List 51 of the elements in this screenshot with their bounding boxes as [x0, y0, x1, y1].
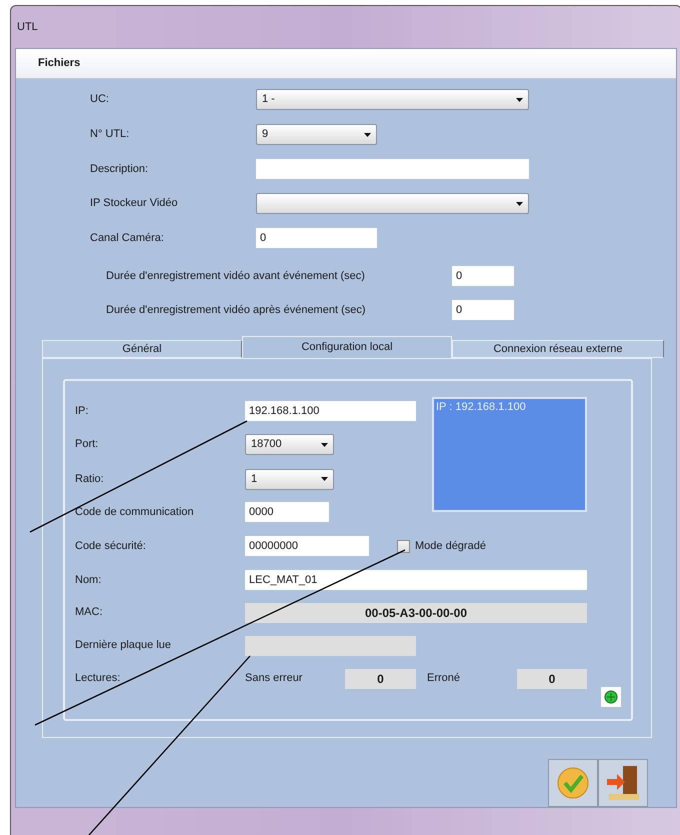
- window-title: UTL: [17, 20, 38, 35]
- field-label: Nom:: [75, 572, 102, 588]
- ok-button[interactable]: [548, 759, 598, 807]
- caret-icon: [321, 442, 328, 446]
- input-field[interactable]: [256, 159, 529, 179]
- checkbox-label[interactable]: Mode dégradé: [415, 538, 486, 554]
- dropdown[interactable]: 18700: [245, 434, 334, 455]
- input-field[interactable]: 0: [452, 300, 514, 320]
- field-label: Code sécurité:: [75, 538, 147, 554]
- tab[interactable]: Connexion réseau externe: [452, 340, 664, 358]
- dropdown[interactable]: 1 -: [256, 89, 529, 110]
- field-label: UC:: [90, 92, 110, 108]
- dropdown[interactable]: [256, 193, 529, 214]
- dropdown[interactable]: 9: [256, 124, 377, 145]
- field-label: MAC:: [75, 605, 104, 620]
- field-label: Lectures:: [75, 671, 122, 686]
- field-label: Canal Caméra:: [90, 230, 165, 246]
- field-label: Durée d'enregistrement vidéo avant événement (sec): [106, 268, 366, 284]
- status-icon: [601, 687, 621, 707]
- dropdown[interactable]: 1: [245, 468, 334, 490]
- input-field[interactable]: 00000000: [245, 536, 369, 556]
- exit-door-icon: [605, 764, 641, 802]
- caret-icon: [516, 202, 523, 206]
- field-label: IP Stockeur Vidéo: [90, 196, 179, 212]
- tab[interactable]: Général: [42, 340, 242, 358]
- field-label: Port:: [75, 437, 100, 452]
- tab[interactable]: Configuration local: [242, 336, 452, 358]
- input-field[interactable]: LEC_MAT_01: [245, 570, 587, 590]
- field-label: Code de communication: [75, 504, 195, 520]
- count-field: 0: [517, 668, 587, 688]
- checkmark-icon: [556, 766, 590, 800]
- exit-button[interactable]: [598, 759, 648, 807]
- input-field[interactable]: 0: [452, 266, 514, 286]
- mac-address-field: 00-05-A3-00-00-00: [245, 602, 587, 622]
- count-field: 0: [345, 668, 416, 688]
- field-label: IP:: [75, 404, 90, 419]
- caret-icon: [321, 477, 328, 481]
- input-field[interactable]: 0: [256, 228, 377, 248]
- field-label: Sans erreur: [245, 671, 304, 686]
- checkbox[interactable]: [397, 540, 410, 552]
- field-label: Erroné: [427, 671, 462, 686]
- caret-icon: [516, 98, 523, 102]
- input-field[interactable]: 0000: [245, 502, 329, 522]
- caret-icon: [364, 132, 371, 136]
- input-field[interactable]: 192.168.1.100: [245, 401, 416, 421]
- menu-item[interactable]: Fichiers: [38, 55, 80, 72]
- field-label: Dernière plaque lue: [75, 638, 172, 654]
- field-label: Durée d'enregistrement vidéo après événement (sec): [106, 302, 367, 318]
- field-label: Ratio:: [75, 472, 105, 487]
- field-label: Description:: [90, 162, 150, 177]
- field-label: N° UTL:: [90, 127, 130, 142]
